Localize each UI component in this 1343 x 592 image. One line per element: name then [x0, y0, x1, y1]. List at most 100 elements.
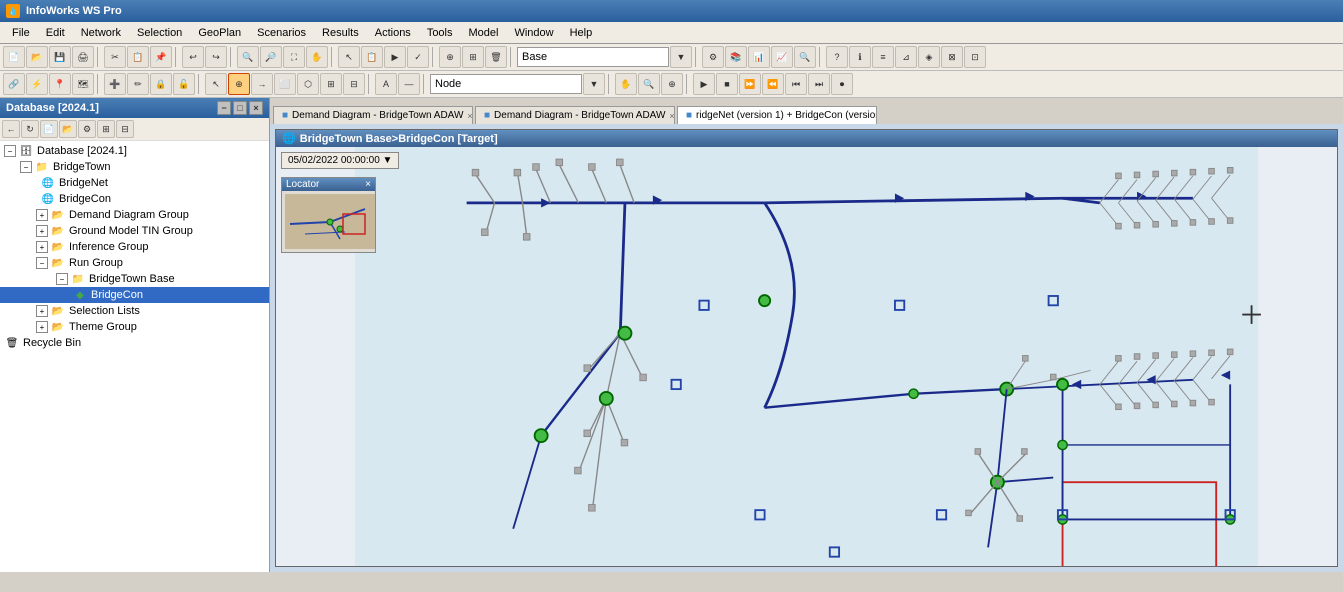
tb2-play[interactable]: ▶: [693, 73, 715, 95]
menu-results[interactable]: Results: [314, 25, 367, 41]
tb-node-add[interactable]: ⊕: [439, 46, 461, 68]
tb-query[interactable]: 🔍: [794, 46, 816, 68]
tb-print[interactable]: 🖨: [72, 46, 94, 68]
tree-expander-ground[interactable]: +: [36, 225, 48, 237]
tree-expander-bridgetown[interactable]: −: [20, 161, 32, 173]
tb-help2[interactable]: ?: [826, 46, 848, 68]
tb-zoom-all[interactable]: ⛶: [283, 46, 305, 68]
tree-expander-theme[interactable]: +: [36, 321, 48, 333]
tb2-add-pipe[interactable]: →: [251, 73, 273, 95]
date-dropdown[interactable]: ▼: [383, 155, 393, 166]
tb-link-add[interactable]: ⊞: [462, 46, 484, 68]
tb2-deselect[interactable]: ⊟: [343, 73, 365, 95]
tb2-cursor[interactable]: ↖: [205, 73, 227, 95]
tree-expander-inference[interactable]: +: [36, 241, 48, 253]
db-tb-refresh[interactable]: ↻: [21, 120, 39, 138]
tb2-stop[interactable]: ■: [716, 73, 738, 95]
tree-item-bridgetown[interactable]: − 📁 BridgeTown: [0, 159, 269, 175]
tb-scenario-go[interactable]: ▼: [670, 46, 692, 68]
panel-close-btn[interactable]: ×: [249, 101, 263, 115]
tree-item-recycle[interactable]: 🗑 Recycle Bin: [0, 335, 269, 351]
tree-item-theme[interactable]: + 📂 Theme Group: [0, 319, 269, 335]
tree-item-bridgenet[interactable]: 🌐 BridgeNet: [0, 175, 269, 191]
element-type-dropdown[interactable]: [430, 74, 582, 94]
tb2-select-rect[interactable]: ⬜: [274, 73, 296, 95]
tb2-3[interactable]: 📍: [49, 73, 71, 95]
tb-info[interactable]: ℹ: [849, 46, 871, 68]
tb-reports[interactable]: 📈: [771, 46, 793, 68]
menu-file[interactable]: File: [4, 25, 38, 41]
tb-misc2[interactable]: ⊿: [895, 46, 917, 68]
tb2-prev[interactable]: ⏮: [785, 73, 807, 95]
tb-zoom-in[interactable]: 🔍: [237, 46, 259, 68]
tb2-text[interactable]: A: [375, 73, 397, 95]
tb-settings[interactable]: ⚙: [702, 46, 724, 68]
network-view[interactable]: 🌐 BridgeTown Base>BridgeCon [Target] 05/…: [270, 124, 1343, 572]
tb-open[interactable]: 📂: [26, 46, 48, 68]
menu-selection[interactable]: Selection: [129, 25, 190, 41]
tb-paste[interactable]: 📌: [150, 46, 172, 68]
tb2-1[interactable]: 🔗: [3, 73, 25, 95]
tb-copy[interactable]: 📋: [127, 46, 149, 68]
tb-legend[interactable]: 📊: [748, 46, 770, 68]
tb-validate[interactable]: ✓: [407, 46, 429, 68]
tb2-2[interactable]: ⚡: [26, 73, 48, 95]
tb2-ff[interactable]: ⏩: [739, 73, 761, 95]
scenario-dropdown[interactable]: [517, 47, 669, 67]
tree-expander-database[interactable]: −: [4, 145, 16, 157]
menu-edit[interactable]: Edit: [38, 25, 73, 41]
tb2-magnifier[interactable]: 🔍: [638, 73, 660, 95]
panel-minimize-btn[interactable]: −: [217, 101, 231, 115]
tb-misc5[interactable]: ⊡: [964, 46, 986, 68]
tb2-rec[interactable]: ⏺: [831, 73, 853, 95]
tb2-5[interactable]: ➕: [104, 73, 126, 95]
tree-expander-demand[interactable]: +: [36, 209, 48, 221]
tb2-zoom-sel[interactable]: ⊕: [661, 73, 683, 95]
tree-item-inference[interactable]: + 📂 Inference Group: [0, 239, 269, 255]
tb-misc3[interactable]: ◈: [918, 46, 940, 68]
panel-restore-btn[interactable]: □: [233, 101, 247, 115]
tree-item-run-group[interactable]: − 📂 Run Group: [0, 255, 269, 271]
tb-save[interactable]: 💾: [49, 46, 71, 68]
tree-expander-sel[interactable]: +: [36, 305, 48, 317]
tb-select[interactable]: ↖: [338, 46, 360, 68]
tb2-line[interactable]: —: [398, 73, 420, 95]
menu-help[interactable]: Help: [562, 25, 601, 41]
menu-model[interactable]: Model: [461, 25, 507, 41]
menu-geoplan[interactable]: GeoPlan: [190, 25, 249, 41]
tb2-add-node[interactable]: ⊕: [228, 73, 250, 95]
locator-close-btn[interactable]: ×: [365, 179, 371, 190]
tree-expander-btbase[interactable]: −: [56, 273, 68, 285]
tb-pan[interactable]: ✋: [306, 46, 328, 68]
tb-misc1[interactable]: ≡: [872, 46, 894, 68]
db-tb-open[interactable]: 📂: [59, 120, 77, 138]
tree-item-selection[interactable]: + 📂 Selection Lists: [0, 303, 269, 319]
tb-redo[interactable]: ↪: [205, 46, 227, 68]
tb-layers[interactable]: 📚: [725, 46, 747, 68]
tree-item-bridgecon[interactable]: 🌐 BridgeCon: [0, 191, 269, 207]
tb-properties[interactable]: 📋: [361, 46, 383, 68]
tb2-hand[interactable]: ✋: [615, 73, 637, 95]
tab-demand1[interactable]: ■ Demand Diagram - BridgeTown ADAW ×: [273, 106, 473, 124]
db-tb-new[interactable]: 📄: [40, 120, 58, 138]
tb2-select-all[interactable]: ⊞: [320, 73, 342, 95]
menu-network[interactable]: Network: [73, 25, 129, 41]
tb2-8[interactable]: 🔓: [173, 73, 195, 95]
tree-item-bridgecon2[interactable]: ◆ BridgeCon: [0, 287, 269, 303]
tb-delete[interactable]: 🗑: [485, 46, 507, 68]
tb-run[interactable]: ▶: [384, 46, 406, 68]
tb2-drop-arrow[interactable]: ▼: [583, 73, 605, 95]
tb2-next[interactable]: ⏭: [808, 73, 830, 95]
tree-item-bridgetown-base[interactable]: − 📁 BridgeTown Base: [0, 271, 269, 287]
tb2-select-poly[interactable]: ⬡: [297, 73, 319, 95]
tab-demand1-close[interactable]: ×: [467, 111, 472, 121]
network-canvas[interactable]: 05/02/2022 00:00:00 ▼ Locator ×: [276, 147, 1337, 566]
tree-item-ground-model[interactable]: + 📂 Ground Model TIN Group: [0, 223, 269, 239]
db-tb-expand[interactable]: ⊞: [97, 120, 115, 138]
db-tb-collapse[interactable]: ⊟: [116, 120, 134, 138]
tab-bridgenet[interactable]: ■ ridgeNet (version 1) + BridgeCon (vers…: [677, 106, 877, 124]
tb2-7[interactable]: 🔒: [150, 73, 172, 95]
db-tb-properties[interactable]: ⚙: [78, 120, 96, 138]
tb2-rw[interactable]: ⏪: [762, 73, 784, 95]
menu-window[interactable]: Window: [506, 25, 561, 41]
